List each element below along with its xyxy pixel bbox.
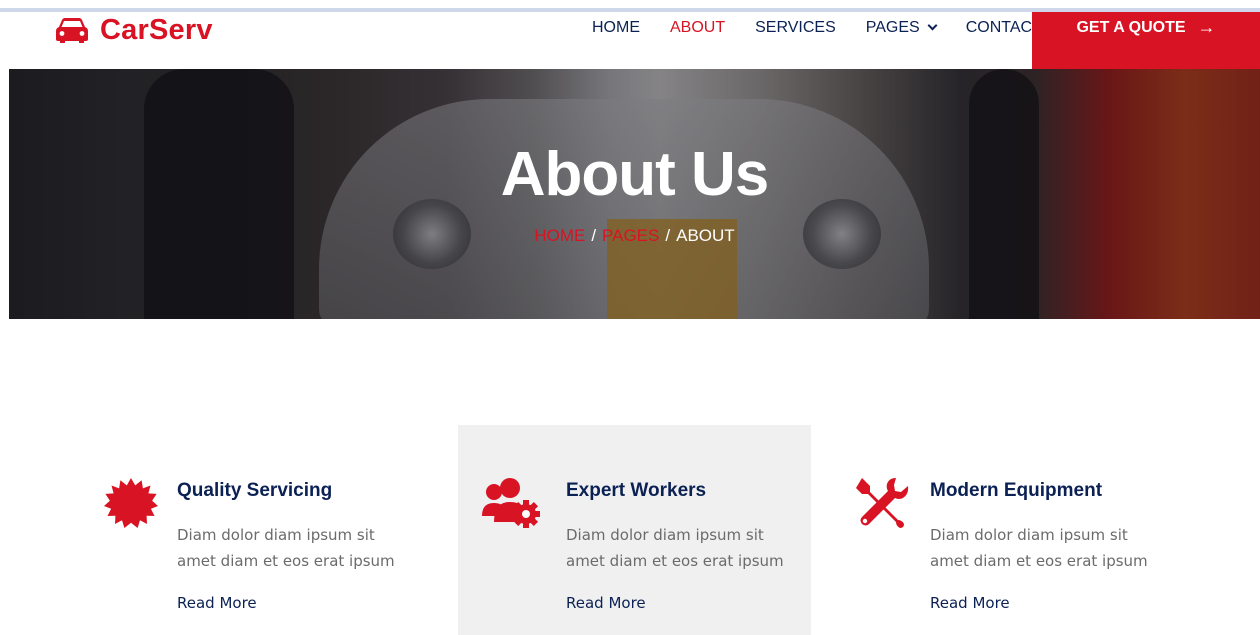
certificate-icon [104,476,158,530]
nav-item-contact[interactable]: CONTACT [966,19,1042,37]
feature-expert-workers: Expert Workers Diam dolor diam ipsum sit… [480,476,800,626]
nav-item-about[interactable]: ABOUT [670,19,725,37]
breadcrumb-separator: / [665,226,671,245]
read-more-link[interactable]: Read More [177,594,257,612]
feature-modern-equipment: Modern Equipment Diam dolor diam ipsum s… [856,476,1176,626]
users-cog-icon [480,476,540,530]
get-a-quote-button[interactable]: GET A QUOTE → [1032,12,1260,69]
feature-title: Expert Workers [566,480,707,501]
car-icon [56,17,88,43]
brand-logo[interactable]: CarServ [56,14,213,46]
feature-description: Diam dolor diam ipsum sit amet diam et e… [930,526,1148,570]
feature-description: Diam dolor diam ipsum sit amet diam et e… [566,526,784,570]
feature-quality-servicing: Quality Servicing Diam dolor diam ipsum … [104,476,424,626]
breadcrumb-home[interactable]: HOME [534,226,585,245]
main-nav: HOME ABOUT SERVICES PAGES CONTACT [592,18,1072,38]
nav-item-pages[interactable]: PAGES [865,19,938,37]
chevron-down-icon [927,20,938,31]
feature-title: Quality Servicing [177,480,333,501]
tools-icon [856,476,910,530]
page-title: About Us [500,140,770,209]
breadcrumb-separator: / [591,226,597,245]
nav-item-services[interactable]: SERVICES [755,19,836,37]
nav-item-home[interactable]: HOME [592,19,640,37]
navbar: CarServ HOME ABOUT SERVICES PAGES CONTAC… [0,12,1260,69]
get-a-quote-label: GET A QUOTE [1076,19,1186,36]
feature-title: Modern Equipment [930,480,1103,501]
page-header-hero: About Us HOME / PAGES / ABOUT [9,69,1260,319]
arrow-right-icon: → [1197,17,1216,37]
brand-name: CarServ [100,13,213,46]
nav-item-pages-label: PAGES [865,19,920,36]
breadcrumb-pages[interactable]: PAGES [602,226,659,245]
breadcrumb-current: ABOUT [676,226,735,245]
feature-description: Diam dolor diam ipsum sit amet diam et e… [177,526,395,570]
read-more-link[interactable]: Read More [930,594,1010,612]
read-more-link[interactable]: Read More [566,594,646,612]
breadcrumb: HOME / PAGES / ABOUT [9,226,1260,246]
